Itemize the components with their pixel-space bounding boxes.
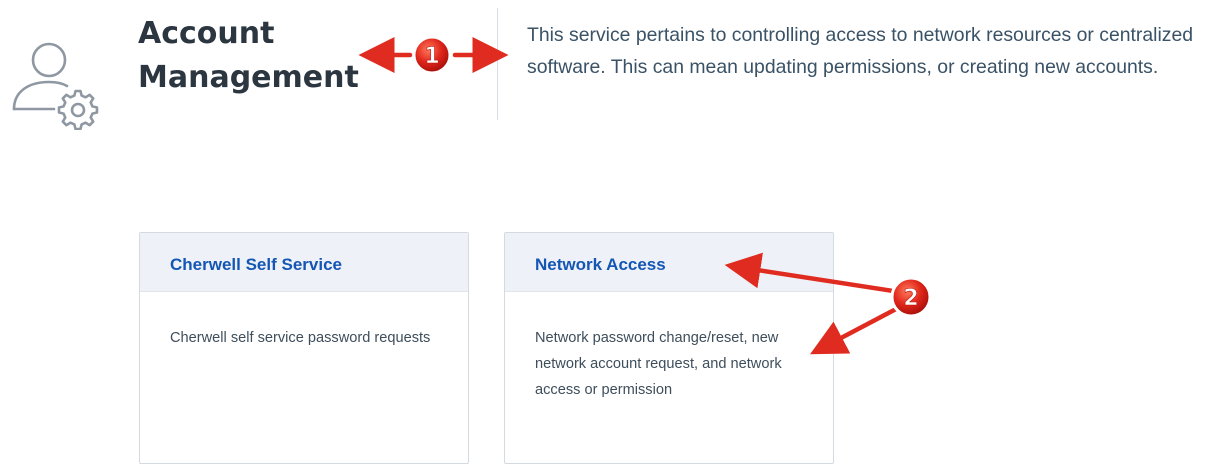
page-description: This service pertains to controlling acc…: [527, 24, 1194, 78]
card-description: Cherwell self service password requests: [170, 330, 431, 346]
card-header: Cherwell Self Service: [140, 233, 468, 292]
page-title: Account Management: [138, 16, 359, 95]
annotation-2-number: 2: [903, 286, 918, 311]
service-card-cherwell-self-service[interactable]: Cherwell Self Service Cherwell self serv…: [139, 232, 469, 464]
card-header: Network Access: [505, 233, 833, 292]
user-settings-icon: [12, 42, 99, 130]
card-description: Network password change/reset, new netwo…: [535, 330, 782, 398]
header-divider: [497, 8, 498, 120]
card-title-link[interactable]: Cherwell Self Service: [170, 255, 342, 274]
annotation-1-number: 1: [424, 44, 439, 69]
annotation-1: 1: [358, 35, 509, 75]
card-title-link[interactable]: Network Access: [535, 255, 666, 274]
service-card-network-access[interactable]: Network Access Network password change/r…: [504, 232, 834, 464]
